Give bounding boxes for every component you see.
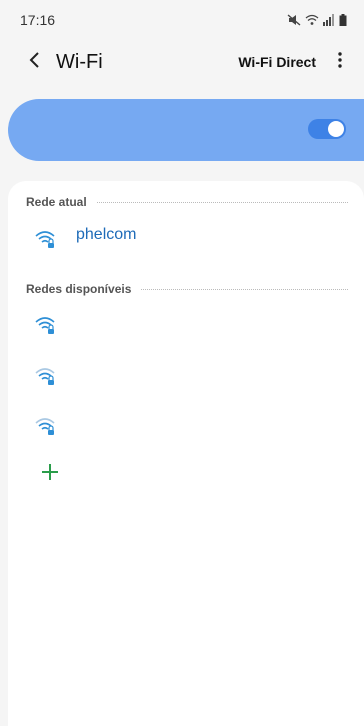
back-chevron-icon <box>28 51 40 74</box>
wifi-locked-icon <box>34 228 56 255</box>
wifi-toggle[interactable] <box>308 119 346 139</box>
mute-icon <box>287 14 301 26</box>
network-row-current[interactable]: phelcom <box>34 226 136 256</box>
status-time: 17:16 <box>20 12 56 28</box>
wifi-locked-icon <box>34 365 56 392</box>
status-bar: 17:16 <box>0 0 364 40</box>
more-options-button[interactable] <box>326 42 354 82</box>
network-name: phelcom <box>76 226 137 243</box>
status-icons <box>287 14 347 26</box>
network-row-available-3[interactable] <box>34 413 56 443</box>
plus-icon <box>41 463 59 486</box>
more-vert-icon <box>338 51 342 73</box>
wifi-locked-icon <box>34 415 56 442</box>
signal-icon <box>323 14 335 26</box>
toggle-knob <box>328 121 344 137</box>
divider <box>96 202 348 203</box>
section-title-current: Rede atual <box>26 195 87 209</box>
divider <box>141 289 348 290</box>
add-network-button[interactable] <box>38 462 62 486</box>
network-row-available-2[interactable] <box>34 363 56 393</box>
wifi-locked-icon <box>34 314 56 341</box>
network-row-available-1[interactable] <box>34 312 56 342</box>
app-bar: Wi-Fi Wi-Fi Direct <box>0 42 364 82</box>
networks-panel <box>8 181 364 726</box>
wifi-icon <box>305 14 319 26</box>
back-button[interactable] <box>14 42 54 82</box>
page-title: Wi-Fi <box>56 50 103 73</box>
section-title-available: Redes disponíveis <box>26 282 132 296</box>
wifi-direct-button[interactable]: Wi-Fi Direct <box>238 54 316 70</box>
section-header-current: Rede atual <box>26 195 348 209</box>
battery-icon <box>339 14 347 26</box>
section-header-available: Redes disponíveis <box>26 282 348 296</box>
wifi-master-switch-card[interactable] <box>8 99 364 161</box>
